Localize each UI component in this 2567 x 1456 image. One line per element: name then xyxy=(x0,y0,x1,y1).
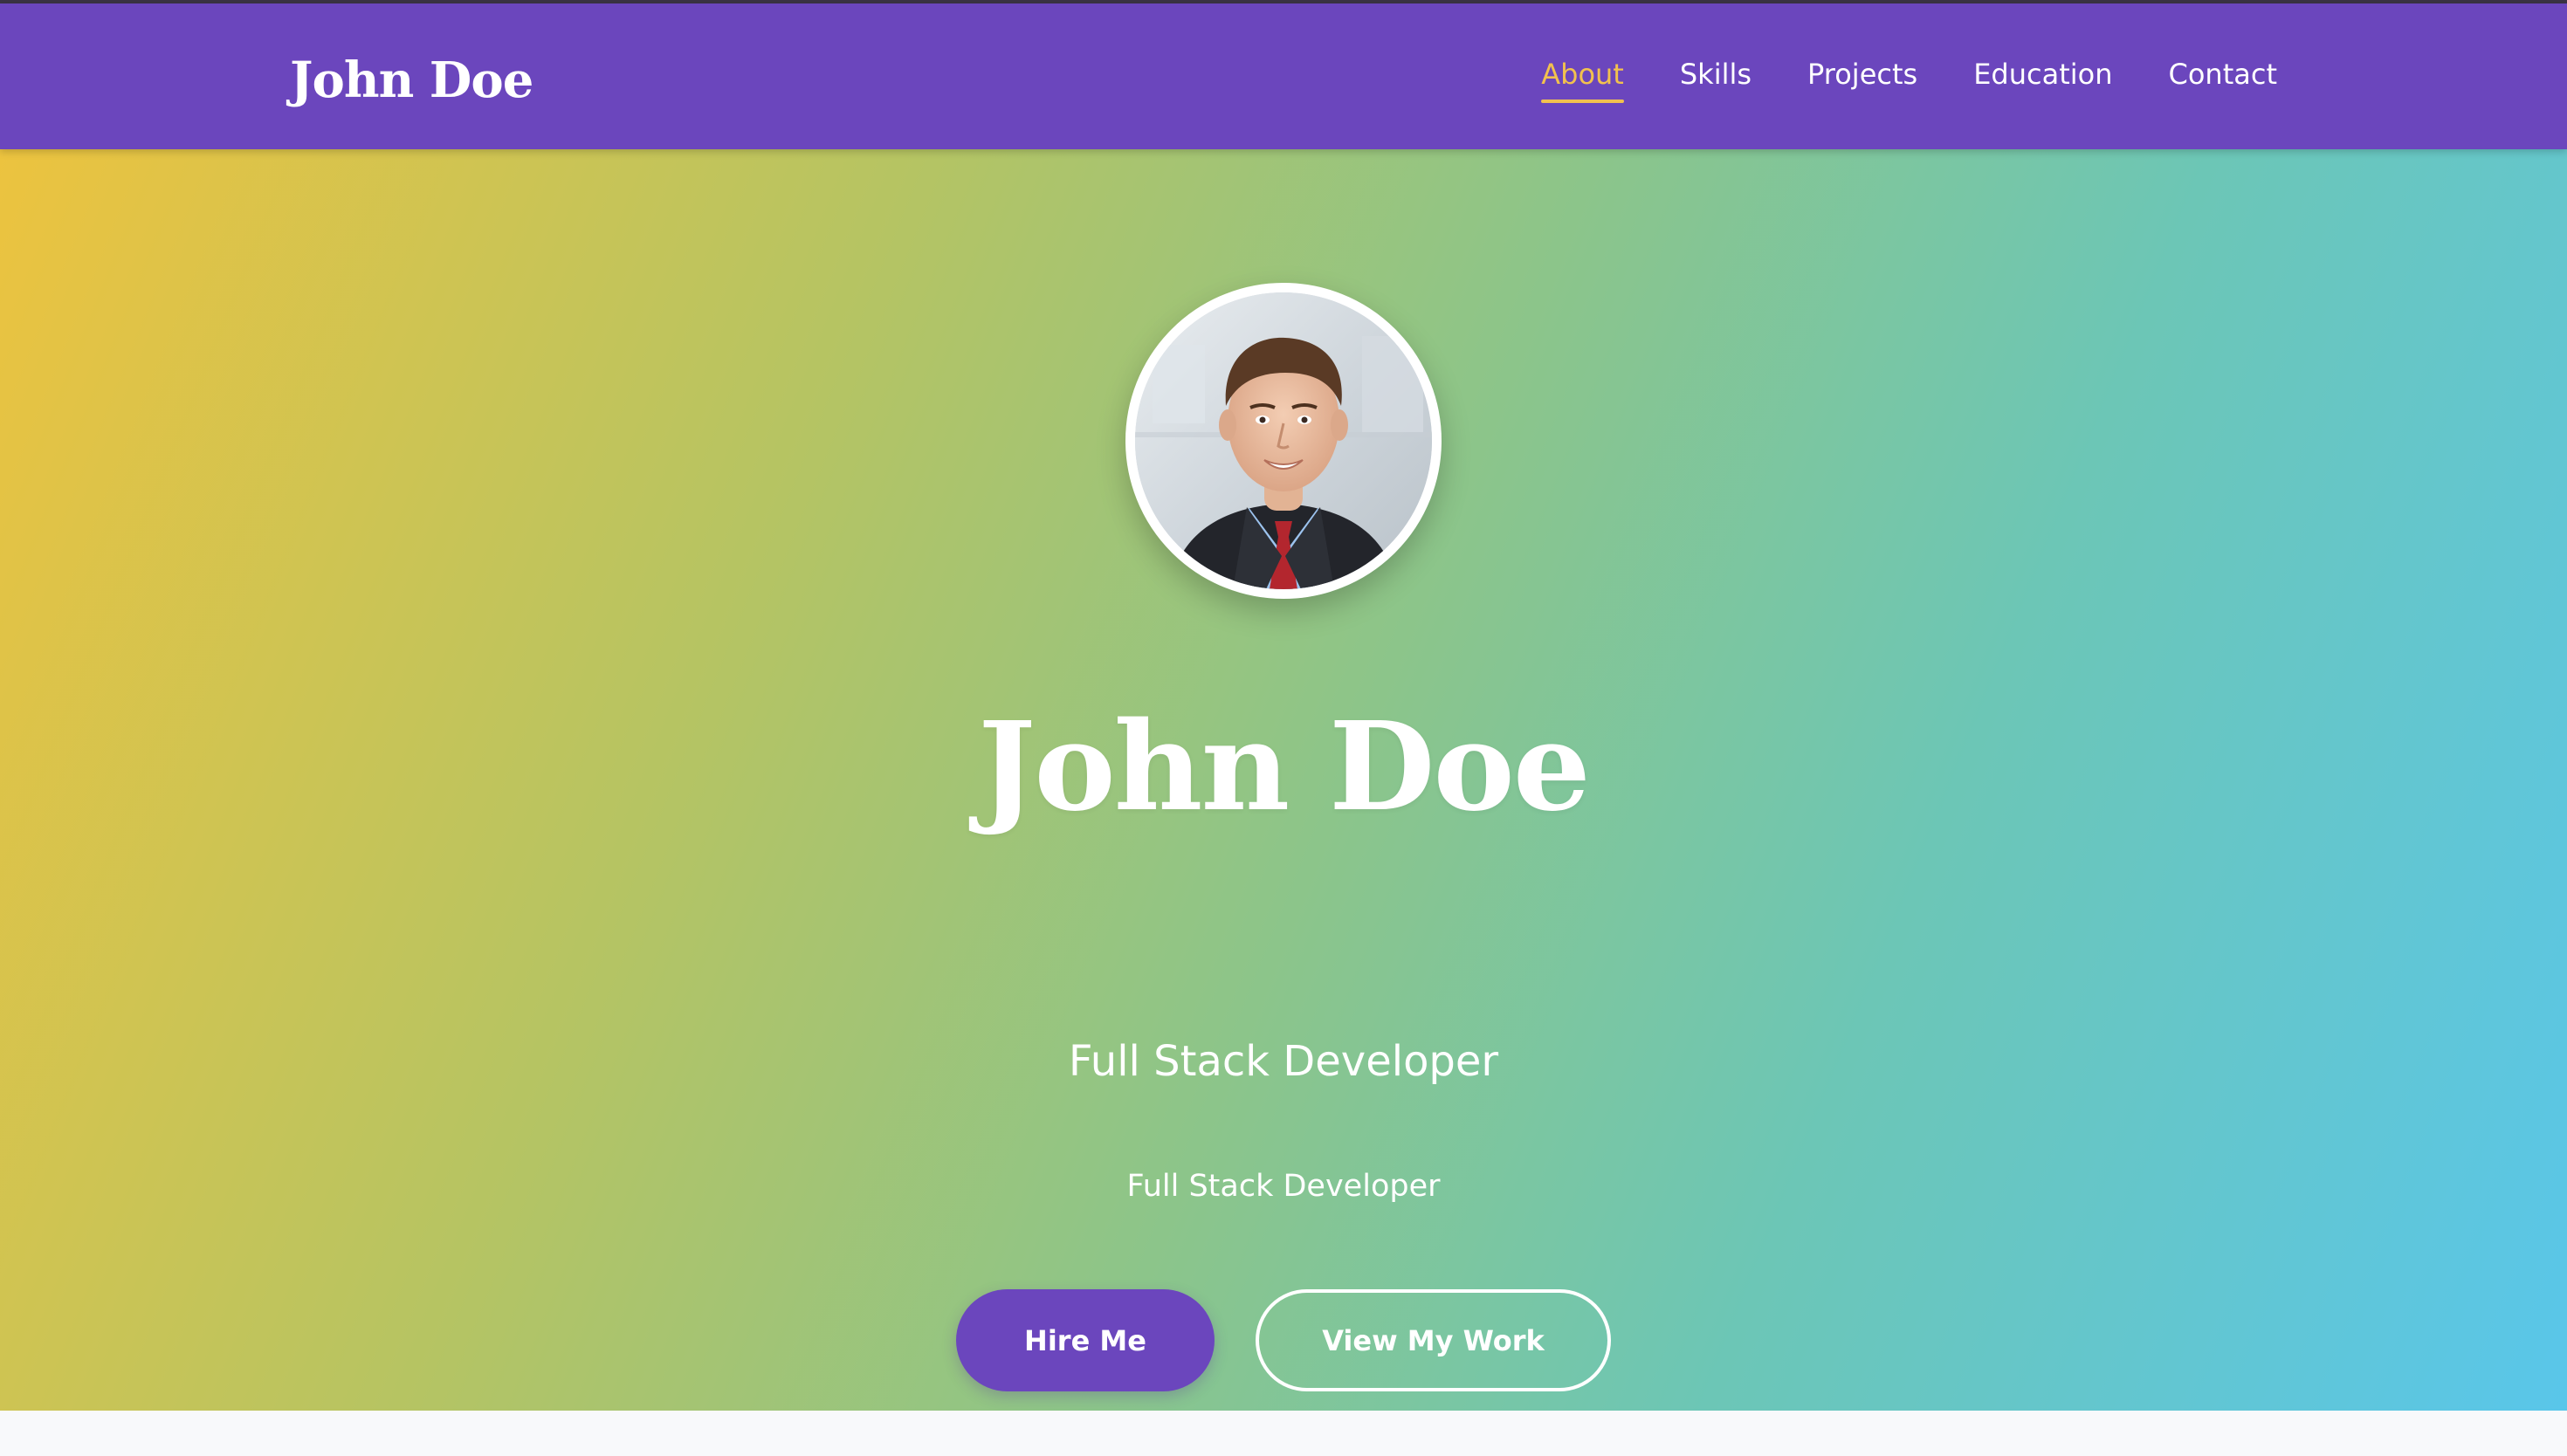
view-my-work-button[interactable]: View My Work xyxy=(1256,1289,1611,1391)
profile-photo-icon xyxy=(1135,292,1432,589)
navbar: John Doe About Skills Projects Education… xyxy=(0,3,2567,149)
hire-me-button[interactable]: Hire Me xyxy=(956,1289,1215,1391)
hero-title: Full Stack Developer xyxy=(1068,1037,1499,1086)
avatar xyxy=(1125,283,1442,599)
hero-section: John Doe Full Stack Developer Full Stack… xyxy=(0,149,2567,1411)
next-section-edge xyxy=(0,1411,2567,1456)
hero-subtitle: Full Stack Developer xyxy=(1126,1169,1441,1204)
nav-link-projects[interactable]: Projects xyxy=(1807,58,1917,96)
nav-link-contact[interactable]: Contact xyxy=(2169,58,2278,96)
nav-link-education[interactable]: Education xyxy=(1973,58,2112,96)
nav-link-about[interactable]: About xyxy=(1541,58,1624,103)
brand-logo[interactable]: John Doe xyxy=(290,45,533,115)
nav-link-skills[interactable]: Skills xyxy=(1680,58,1751,96)
nav-menu: About Skills Projects Education Contact xyxy=(1541,3,2277,149)
hero-name: John Doe xyxy=(978,696,1591,839)
